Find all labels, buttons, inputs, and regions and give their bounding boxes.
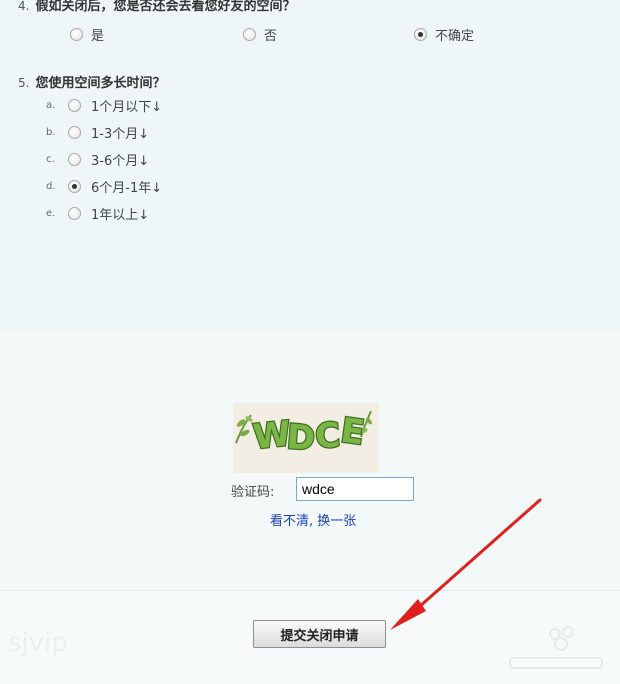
captcha-text: W D C E	[250, 409, 368, 460]
question-4-text: 假如关闭后，您是否还会去看您好友的空间？	[35, 0, 296, 14]
question-4-title: 4. 假如关闭后，您是否还会去看您好友的空间？	[18, 0, 295, 14]
captcha-graphic: W D C E	[233, 403, 379, 473]
q4-option-unsure[interactable]: 不确定	[414, 26, 475, 44]
q4-option-label: 是	[91, 28, 105, 44]
q5-option-e[interactable]: e. 1年以上↓	[46, 205, 150, 223]
q5-option-c[interactable]: c. 3-6个月↓	[46, 151, 150, 169]
q5-radio-e[interactable]	[68, 206, 81, 220]
q4-option-yes[interactable]: 是	[70, 26, 105, 44]
q4-radio-yes[interactable]	[70, 27, 83, 41]
q5-radio-a[interactable]	[68, 98, 81, 112]
question-5-text: 您使用空间多长时间？	[35, 76, 166, 91]
question-5-number: 5.	[18, 76, 30, 90]
q4-option-no[interactable]: 否	[243, 26, 278, 44]
q5-option-label: 1年以上↓	[91, 207, 150, 223]
q5-option-a[interactable]: a. 1个月以下↓	[46, 97, 163, 115]
watermark-logo	[500, 620, 610, 675]
q4-radio-unsure[interactable]	[414, 27, 427, 41]
q5-option-letter: a.	[46, 99, 56, 111]
captcha-input[interactable]	[296, 477, 414, 501]
q5-option-label: 1个月以下↓	[91, 99, 163, 115]
q5-radio-b[interactable]	[68, 125, 81, 139]
q4-radio-no[interactable]	[243, 27, 256, 41]
svg-text:D: D	[285, 417, 316, 459]
svg-text:C: C	[314, 415, 342, 457]
q5-option-letter: e.	[46, 207, 56, 219]
q5-option-letter: b.	[46, 126, 56, 138]
q5-option-label: 6个月-1年↓	[91, 180, 163, 196]
question-5-title: 5. 您使用空间多长时间？	[18, 72, 165, 91]
captcha-image: W D C E	[233, 403, 379, 473]
q5-option-d[interactable]: d. 6个月-1年↓	[46, 178, 163, 196]
q4-option-label: 否	[264, 28, 278, 44]
watermark-text: sjvip	[8, 628, 68, 658]
q5-option-letter: d.	[46, 180, 56, 192]
q5-radio-c[interactable]	[68, 152, 81, 166]
question-4-number: 4.	[18, 0, 30, 13]
q5-radio-d[interactable]	[68, 179, 81, 193]
q4-option-label: 不确定	[435, 28, 475, 44]
captcha-refresh-link[interactable]: 看不清, 换一张	[270, 510, 356, 529]
q5-option-label: 3-6个月↓	[91, 153, 150, 169]
captcha-label: 验证码:	[231, 485, 275, 500]
q5-option-label: 1-3个月↓	[91, 126, 150, 142]
q5-option-letter: c.	[46, 153, 55, 165]
paw-watermark-icon	[509, 626, 603, 669]
q5-option-b[interactable]: b. 1-3个月↓	[46, 124, 150, 142]
submit-close-request-button[interactable]: 提交关闭申请	[253, 620, 386, 648]
